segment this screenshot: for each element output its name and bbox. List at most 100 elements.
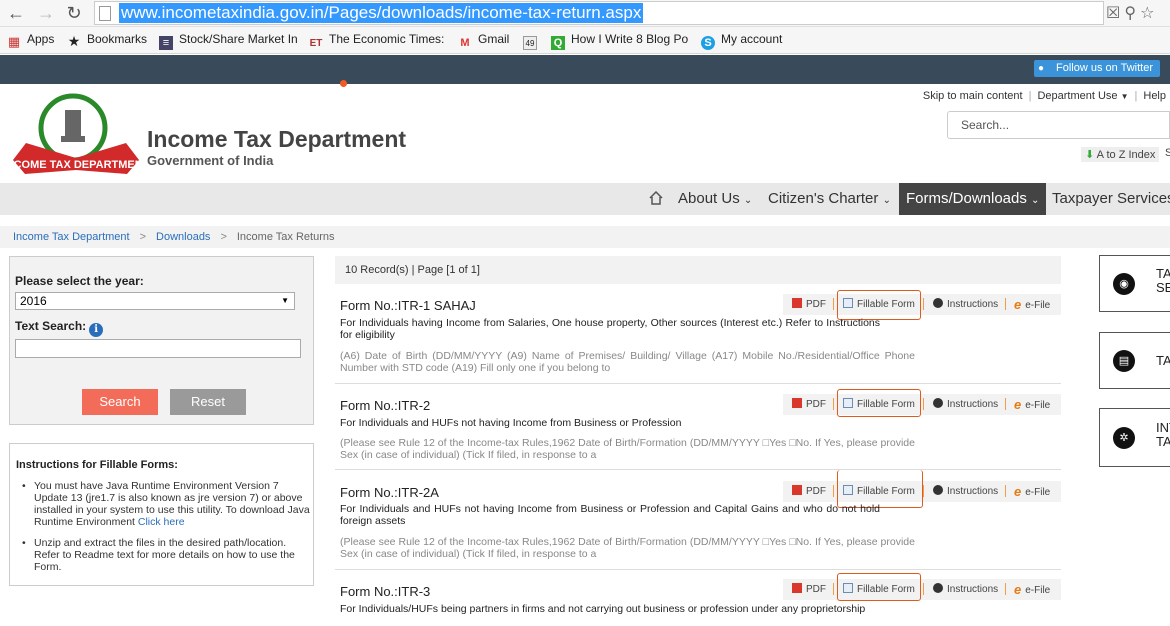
site-title: Income Tax Department: [147, 126, 407, 152]
form-description: For Individuals and HUFs not having Inco…: [340, 417, 682, 429]
efile-icon: e: [1014, 297, 1022, 312]
form-actions: PDF Fillable Form Instructions e e-File: [783, 394, 1061, 415]
truncated-link[interactable]: S: [1165, 147, 1170, 159]
breadcrumb-current: Income Tax Returns: [236, 231, 335, 243]
form-actions: PDF Fillable Form Instructions e e-File: [783, 579, 1061, 600]
page-icon: [99, 6, 111, 21]
emblem-text: INCOME TAX DEPARTMENT: [11, 159, 141, 171]
fillable-forms-instructions: Instructions for Fillable Forms: You mus…: [9, 443, 314, 586]
block-icon[interactable]: ☒: [1106, 5, 1120, 22]
utility-links: Skip to main content | Department Use ▼ | He…: [922, 90, 1166, 102]
pdf-link[interactable]: PDF: [792, 579, 826, 600]
income-tax-emblem-logo: INCOME TAX DEPARTMENT: [11, 93, 141, 174]
chevron-down-icon: ⌄: [1031, 195, 1040, 206]
side-panel-label: INT TA: [1156, 420, 1170, 449]
chevron-down-icon: ⌄: [882, 195, 891, 206]
back-icon[interactable]: ←: [6, 3, 26, 23]
efile-link[interactable]: e e-File: [1014, 579, 1050, 601]
reload-icon[interactable]: ↻: [64, 3, 84, 23]
url-text[interactable]: www.incometaxindia.gov.in/Pages/download…: [119, 3, 644, 23]
site-search-input[interactable]: Search...: [947, 111, 1170, 139]
download-arrow-icon: ⬇: [1085, 149, 1095, 161]
side-panel-label: TA SE: [1156, 266, 1170, 295]
pdf-link[interactable]: PDF: [792, 481, 826, 502]
department-use-link[interactable]: Department Use ▼: [1037, 90, 1128, 102]
efile-link[interactable]: e e-File: [1014, 294, 1050, 316]
side-panel-icon: ✲: [1113, 427, 1135, 449]
skip-to-main-link[interactable]: Skip to main content: [923, 90, 1023, 102]
forward-icon[interactable]: →: [36, 3, 56, 23]
a-to-z-index-link[interactable]: ⬇ A to Z Index: [1081, 147, 1160, 162]
form-description: For Individuals/HUFs being partners in f…: [340, 603, 866, 615]
efile-link[interactable]: e e-File: [1014, 394, 1050, 416]
form-description: For Individuals and HUFs not having Inco…: [340, 503, 880, 527]
efile-icon: e: [1014, 397, 1022, 412]
side-panel[interactable]: ✲ INT TA: [1099, 408, 1170, 467]
instructions-icon: [933, 398, 943, 408]
filter-panel: Please select the year: 2016 ▼ Text Searc…: [9, 256, 314, 425]
nav-about-us[interactable]: About Us ⌄: [678, 183, 752, 215]
form-number: Form No.:ITR-1 SAHAJ: [340, 298, 476, 313]
pdf-icon: [792, 583, 802, 593]
pdf-link[interactable]: PDF: [792, 394, 826, 415]
efile-link[interactable]: e e-File: [1014, 481, 1050, 503]
nav-forms-downloads[interactable]: Forms/Downloads ⌄: [899, 183, 1047, 215]
nav-citizens-charter[interactable]: Citizen's Charter ⌄: [768, 183, 891, 215]
bookmark-apps[interactable]: ▦ Apps: [7, 32, 55, 49]
form-number: Form No.:ITR-2A: [340, 485, 439, 500]
side-panel[interactable]: ◉ TA SE: [1099, 255, 1170, 312]
text-search-input[interactable]: [15, 339, 301, 358]
side-panel-label: TA: [1156, 353, 1170, 368]
instructions-icon: [933, 298, 943, 308]
browser-icons: ☒ ⚲ ☆: [1106, 3, 1158, 23]
pdf-icon: [792, 485, 802, 495]
instruction-item: You must have Java Runtime Environment V…: [20, 480, 310, 528]
instructions-icon: [933, 485, 943, 495]
breadcrumb-home[interactable]: Income Tax Department: [13, 231, 130, 243]
year-label: Please select the year:: [15, 274, 144, 288]
twitter-follow-button[interactable]: ● Follow us on Twitter: [1033, 60, 1160, 77]
side-panel-icon: ▤: [1113, 350, 1135, 372]
bookmark-bookmarks[interactable]: ★ Bookmarks: [67, 32, 147, 48]
form-record: Form No.:ITR-2 PDF Fillable Form Instruc…: [335, 384, 1061, 470]
address-bar[interactable]: www.incometaxindia.gov.in/Pages/download…: [94, 1, 1104, 25]
records-summary: 10 Record(s) | Page [1 of 1]: [335, 256, 1061, 284]
search-button[interactable]: Search: [82, 389, 158, 415]
home-icon[interactable]: [649, 191, 663, 205]
bookmark-star-icon[interactable]: ☆: [1140, 5, 1154, 22]
form-record: Form No.:ITR-2A PDF Fillable Form Instru…: [335, 470, 1061, 570]
pdf-link[interactable]: PDF: [792, 294, 826, 315]
efile-icon: e: [1014, 582, 1022, 597]
java-download-link[interactable]: Click here: [138, 516, 185, 528]
bookmark-blog[interactable]: Q How I Write 8 Blog Po: [551, 32, 688, 50]
nav-taxpayer-services[interactable]: Taxpayer Services: [1052, 183, 1170, 215]
form-extra-text: (Please see Rule 12 of the Income-tax Ru…: [340, 536, 915, 560]
year-select[interactable]: 2016 ▼: [15, 292, 295, 310]
bookmark-economic-times[interactable]: ET The Economic Times:: [309, 32, 445, 51]
form-extra-text: (A6) Date of Birth (DD/MM/YYYY (A9) Name…: [340, 350, 915, 374]
text-search-label: Text Search: i: [15, 319, 104, 337]
instructions-link[interactable]: Instructions: [933, 394, 998, 415]
instructions-link[interactable]: Instructions: [933, 481, 998, 502]
reset-button[interactable]: Reset: [170, 389, 246, 415]
bookmark-my-account[interactable]: S My account: [701, 32, 782, 50]
bookmark-gmail[interactable]: M Gmail: [458, 32, 509, 50]
instructions-link[interactable]: Instructions: [933, 579, 998, 600]
annotation-highlight: [837, 573, 921, 601]
info-icon[interactable]: i: [89, 323, 104, 337]
twitter-icon: ●: [1037, 63, 1045, 74]
annotation-highlight: [837, 389, 921, 417]
instructions-icon: [933, 583, 943, 593]
zoom-icon[interactable]: ⚲: [1124, 5, 1136, 22]
chevron-down-icon: ⌄: [743, 195, 753, 206]
form-number: Form No.:ITR-3: [340, 584, 431, 599]
breadcrumb-downloads[interactable]: Downloads: [156, 231, 210, 243]
bookmark-badge[interactable]: 49: [523, 32, 543, 50]
side-panel[interactable]: ▤ TA: [1099, 332, 1170, 389]
form-number: Form No.:ITR-2: [340, 398, 431, 413]
instructions-link[interactable]: Instructions: [933, 294, 998, 315]
instructions-title: Instructions for Fillable Forms:: [16, 459, 178, 471]
help-link[interactable]: Help: [1143, 90, 1166, 102]
form-record: Form No.:ITR-1 SAHAJ PDF Fillable Form I…: [335, 290, 1061, 384]
bookmark-stock[interactable]: ≡ Stock/Share Market In: [159, 32, 298, 50]
